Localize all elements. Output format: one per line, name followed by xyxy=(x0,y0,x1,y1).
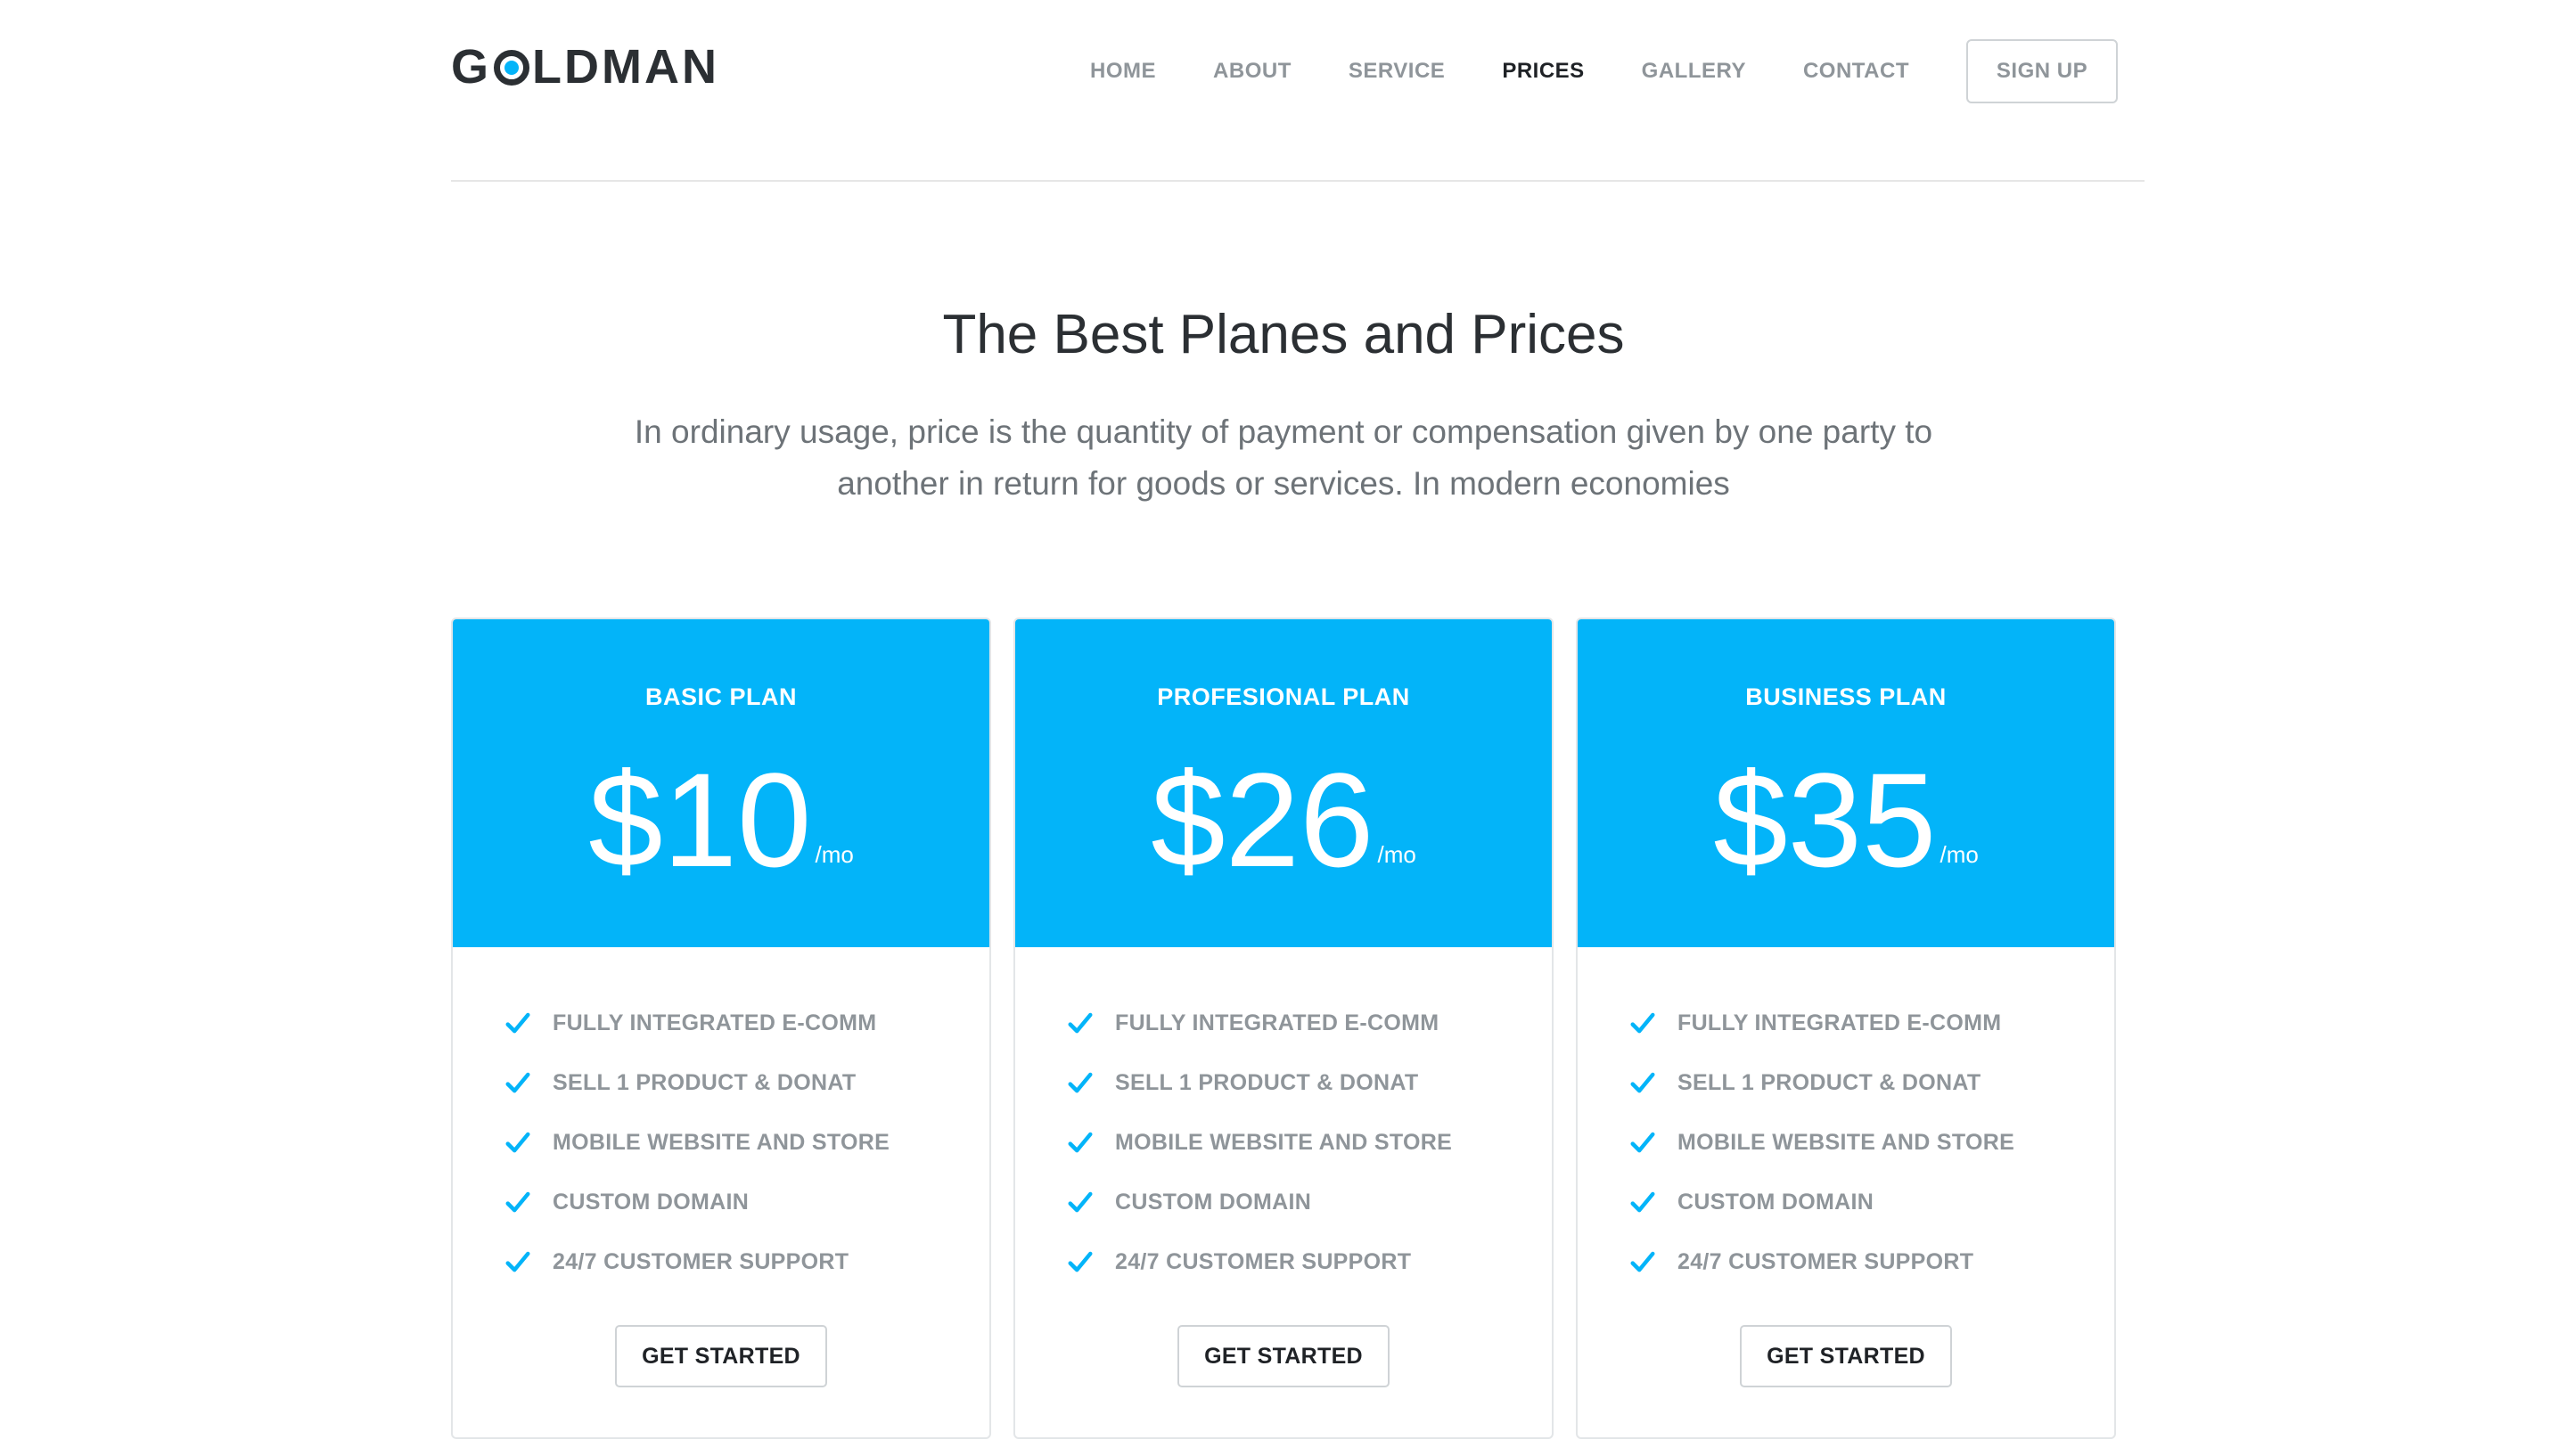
check-icon xyxy=(1630,1072,1655,1092)
check-icon xyxy=(1068,1251,1093,1272)
check-icon xyxy=(505,1012,530,1033)
plan-price: $35 xyxy=(1713,745,1937,895)
pricing-card-business: BUSINESS PLAN $35 /mo FULLY INTEGRATED E… xyxy=(1576,618,2116,1439)
feature-label: SELL 1 PRODUCT & DONAT xyxy=(553,1070,857,1095)
feature-item: MOBILE WEBSITE AND STORE xyxy=(1629,1113,2014,1173)
feature-label: CUSTOM DOMAIN xyxy=(553,1190,750,1215)
feature-label: CUSTOM DOMAIN xyxy=(1677,1190,1874,1215)
price-row: $35 /mo xyxy=(1578,753,2114,887)
main-nav: HOME ABOUT SERVICE PRICES GALLERY CONTAC… xyxy=(1033,39,2118,103)
pricing-card-header: PROFESIONAL PLAN $26 /mo xyxy=(1015,619,1552,947)
nav-about[interactable]: ABOUT xyxy=(1213,59,1292,84)
price-period: /mo xyxy=(1940,841,1979,868)
feature-label: SELL 1 PRODUCT & DONAT xyxy=(1677,1070,1981,1095)
feature-label: MOBILE WEBSITE AND STORE xyxy=(1677,1130,2015,1155)
feature-item: CUSTOM DOMAIN xyxy=(1629,1173,2014,1232)
feature-list: FULLY INTEGRATED E-COMM SELL 1 PRODUCT &… xyxy=(1629,994,2014,1292)
feature-list: FULLY INTEGRATED E-COMM SELL 1 PRODUCT &… xyxy=(1067,994,1452,1292)
nav-contact[interactable]: CONTACT xyxy=(1803,59,1909,84)
pricing-card-header: BUSINESS PLAN $35 /mo xyxy=(1578,619,2114,947)
feature-label: CUSTOM DOMAIN xyxy=(1115,1190,1312,1215)
check-icon xyxy=(1630,1132,1655,1152)
brand-logo[interactable]: G LDMAN xyxy=(451,39,719,94)
feature-item: MOBILE WEBSITE AND STORE xyxy=(504,1113,890,1173)
feature-item: 24/7 CUSTOMER SUPPORT xyxy=(1067,1232,1452,1292)
pricing-page: G LDMAN HOME ABOUT SERVICE PRICES GALLER… xyxy=(0,0,2567,1456)
feature-item: SELL 1 PRODUCT & DONAT xyxy=(1629,1053,2014,1113)
logo-o-mark-icon xyxy=(494,50,530,86)
price-row: $26 /mo xyxy=(1015,753,1552,887)
feature-item: FULLY INTEGRATED E-COMM xyxy=(1067,994,1452,1053)
feature-item: 24/7 CUSTOMER SUPPORT xyxy=(504,1232,890,1292)
feature-label: MOBILE WEBSITE AND STORE xyxy=(553,1130,890,1155)
feature-item: CUSTOM DOMAIN xyxy=(1067,1173,1452,1232)
feature-item: 24/7 CUSTOMER SUPPORT xyxy=(1629,1232,2014,1292)
check-icon xyxy=(1068,1191,1093,1212)
check-icon xyxy=(1068,1072,1093,1092)
pricing-card-header: BASIC PLAN $10 /mo xyxy=(453,619,989,947)
feature-label: FULLY INTEGRATED E-COMM xyxy=(1115,1010,1439,1035)
check-icon xyxy=(1630,1251,1655,1272)
check-icon xyxy=(505,1072,530,1092)
feature-label: MOBILE WEBSITE AND STORE xyxy=(1115,1130,1453,1155)
get-started-button[interactable]: GET STARTED xyxy=(1740,1325,1952,1387)
feature-item: SELL 1 PRODUCT & DONAT xyxy=(504,1053,890,1113)
check-icon xyxy=(505,1132,530,1152)
feature-item: FULLY INTEGRATED E-COMM xyxy=(504,994,890,1053)
page-subtitle: In ordinary usage, price is the quantity… xyxy=(634,413,1933,502)
plan-price: $10 xyxy=(588,745,812,895)
feature-item: FULLY INTEGRATED E-COMM xyxy=(1629,994,2014,1053)
signup-button[interactable]: SIGN UP xyxy=(1966,39,2118,103)
feature-label: FULLY INTEGRATED E-COMM xyxy=(1677,1010,2002,1035)
price-row: $10 /mo xyxy=(453,753,989,887)
check-icon xyxy=(1630,1012,1655,1033)
nav-gallery[interactable]: GALLERY xyxy=(1642,59,1746,84)
check-icon xyxy=(1068,1012,1093,1033)
plan-name: PROFESIONAL PLAN xyxy=(1157,683,1410,710)
feature-label: 24/7 CUSTOMER SUPPORT xyxy=(1115,1249,1412,1274)
price-period: /mo xyxy=(815,841,854,868)
check-icon xyxy=(505,1251,530,1272)
get-started-button[interactable]: GET STARTED xyxy=(1177,1325,1390,1387)
price-period: /mo xyxy=(1377,841,1416,868)
logo-text-start: G xyxy=(451,40,492,94)
site-header: G LDMAN HOME ABOUT SERVICE PRICES GALLER… xyxy=(451,0,2145,182)
feature-item: SELL 1 PRODUCT & DONAT xyxy=(1067,1053,1452,1113)
feature-item: CUSTOM DOMAIN xyxy=(504,1173,890,1232)
check-icon xyxy=(1630,1191,1655,1212)
check-icon xyxy=(505,1191,530,1212)
pricing-card-basic: BASIC PLAN $10 /mo FULLY INTEGRATED E-CO… xyxy=(451,618,991,1439)
nav-service[interactable]: SERVICE xyxy=(1349,59,1445,84)
feature-list: FULLY INTEGRATED E-COMM SELL 1 PRODUCT &… xyxy=(504,994,890,1292)
feature-label: SELL 1 PRODUCT & DONAT xyxy=(1115,1070,1419,1095)
logo-text-end: LDMAN xyxy=(532,40,719,94)
feature-label: FULLY INTEGRATED E-COMM xyxy=(553,1010,877,1035)
pricing-card-profesional: PROFESIONAL PLAN $26 /mo FULLY INTEGRATE… xyxy=(1013,618,1554,1439)
check-icon xyxy=(1068,1132,1093,1152)
plan-name: BUSINESS PLAN xyxy=(1745,683,1947,710)
feature-label: 24/7 CUSTOMER SUPPORT xyxy=(1677,1249,1974,1274)
get-started-button[interactable]: GET STARTED xyxy=(615,1325,827,1387)
feature-label: 24/7 CUSTOMER SUPPORT xyxy=(553,1249,849,1274)
plan-name: BASIC PLAN xyxy=(644,683,797,710)
page-title: The Best Planes and Prices xyxy=(942,304,1625,365)
feature-item: MOBILE WEBSITE AND STORE xyxy=(1067,1113,1452,1173)
nav-prices[interactable]: PRICES xyxy=(1502,59,1584,84)
plan-price: $26 xyxy=(1151,745,1374,895)
nav-home[interactable]: HOME xyxy=(1090,59,1156,84)
